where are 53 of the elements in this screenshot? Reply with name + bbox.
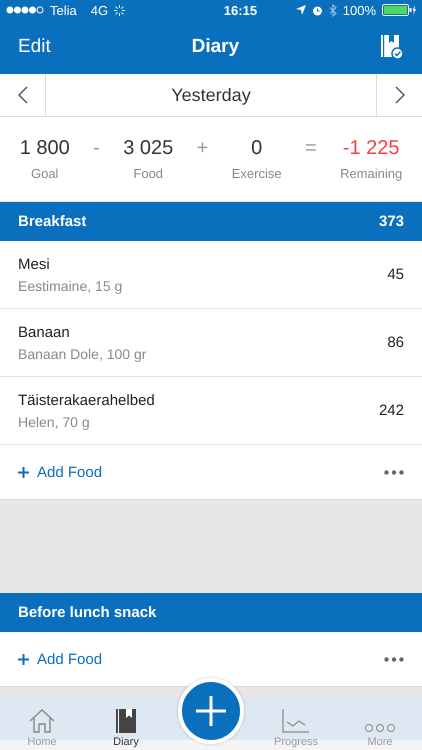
- more-options-icon[interactable]: [384, 656, 404, 662]
- calorie-value: -1 225: [342, 137, 400, 160]
- food-row[interactable]: Banaan Banaan Dole, 100 gr 86: [0, 309, 422, 377]
- calorie-label: Exercise: [232, 166, 282, 181]
- food-row[interactable]: Täisterakaerahelbed Helen, 70 g 242: [0, 377, 422, 445]
- add-food-button[interactable]: Add Food: [18, 650, 102, 668]
- meal-calories: 373: [378, 213, 404, 230]
- location-icon: [296, 5, 306, 15]
- edit-button[interactable]: Edit: [18, 36, 51, 58]
- food-name: Mesi: [18, 256, 51, 272]
- chevron-left-icon: [18, 86, 28, 104]
- food-calories: 45: [387, 266, 404, 283]
- book-icon: [115, 708, 137, 734]
- chevron-right-icon: [394, 86, 404, 104]
- more-options-icon[interactable]: [384, 470, 404, 474]
- calorie-value: 0: [251, 137, 262, 160]
- operator-sign: +: [196, 136, 208, 160]
- food-calories: 86: [387, 334, 404, 351]
- meal-name: Breakfast: [18, 213, 86, 230]
- home-icon: [28, 708, 56, 734]
- food-name: Täisterakaerahelbed: [18, 392, 155, 408]
- bookmark-check-icon[interactable]: [380, 34, 404, 60]
- calorie-label: Goal: [30, 166, 58, 181]
- network-type: 4G: [90, 2, 108, 18]
- calorie-label: Remaining: [340, 166, 402, 181]
- battery-percent: 100%: [342, 2, 376, 18]
- bluetooth-icon: [328, 4, 337, 16]
- carrier-name: Telia: [50, 2, 77, 18]
- screen-title: Diary: [192, 36, 240, 58]
- signal-icon: [6, 6, 44, 14]
- tab[interactable]: Diary: [84, 700, 168, 750]
- food-row[interactable]: Mesi Eestimaine, 15 g 45: [0, 241, 422, 309]
- food-detail: Banaan Dole, 100 gr: [18, 346, 146, 362]
- operator-sign: =: [304, 136, 317, 160]
- calorie-value: 3 025: [123, 137, 174, 160]
- meal-name: Before lunch snack: [18, 604, 156, 621]
- clock-time: 16:15: [222, 2, 258, 18]
- food-detail: Helen, 70 g: [18, 414, 91, 430]
- food-detail: Eestimaine, 15 g: [18, 278, 122, 294]
- plus-icon: [18, 654, 29, 664]
- calorie-value: 1 800: [20, 137, 70, 160]
- alarm-icon: [312, 4, 323, 16]
- food-name: Banaan: [18, 324, 71, 340]
- more-icon: [364, 722, 396, 734]
- line-chart-icon: [281, 708, 311, 734]
- add-food-button[interactable]: Add Food: [18, 464, 102, 480]
- plus-icon: [18, 466, 29, 478]
- operator-sign: -: [93, 136, 100, 160]
- calorie-label: Food: [133, 166, 164, 181]
- battery-icon: [382, 4, 416, 16]
- plus-icon: [196, 696, 226, 726]
- food-calories: 242: [378, 402, 404, 419]
- activity-icon: [114, 4, 126, 16]
